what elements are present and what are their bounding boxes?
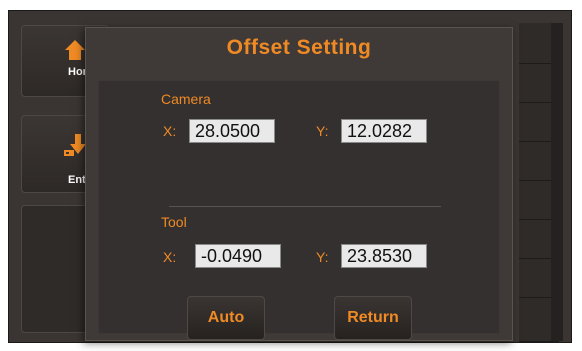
offset-setting-dialog: Offset Setting Camera X: 28.0500 Y: 12.0… — [85, 27, 513, 341]
return-button[interactable]: Return — [334, 296, 412, 340]
tool-x-label: X: — [163, 249, 177, 265]
device-frame: Home Enter Offset Setting Camera X: 28.0… — [0, 0, 582, 351]
camera-y-label: Y: — [316, 123, 329, 139]
tool-section-label: Tool — [161, 214, 187, 230]
tool-y-field[interactable]: 23.8530 — [341, 244, 427, 268]
auto-button[interactable]: Auto — [187, 296, 265, 340]
scrollbar[interactable] — [551, 23, 563, 341]
tool-x-field[interactable]: -0.0490 — [195, 244, 281, 268]
camera-section-label: Camera — [161, 91, 211, 107]
dialog-title: Offset Setting — [226, 36, 372, 59]
dialog-body: Camera X: 28.0500 Y: 12.0282 Tool X: -0.… — [98, 80, 500, 340]
section-divider — [169, 206, 441, 207]
camera-x-field[interactable]: 28.0500 — [189, 119, 275, 143]
camera-x-label: X: — [163, 123, 177, 139]
camera-y-field[interactable]: 12.0282 — [341, 119, 427, 143]
tool-y-label: Y: — [316, 249, 329, 265]
home-icon — [63, 38, 87, 62]
